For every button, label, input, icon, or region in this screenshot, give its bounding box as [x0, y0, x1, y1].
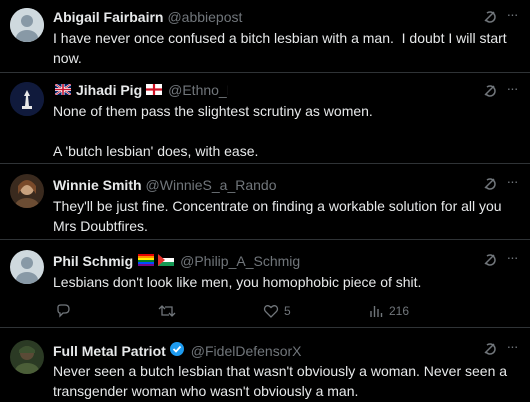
post-abigail[interactable]: Abigail Fairbairn @abbiepost ··· I have …	[0, 0, 530, 73]
more-options-icon[interactable]: ···	[504, 249, 520, 265]
uk-flag-icon	[54, 81, 72, 100]
avatar[interactable]	[10, 174, 44, 208]
grok-icon[interactable]	[482, 341, 498, 357]
redaction-block	[228, 82, 320, 100]
display-name[interactable]: Phil Schmig	[53, 252, 133, 271]
more-options-icon[interactable]: ···	[504, 173, 520, 189]
dark-avatar-icon	[10, 82, 44, 116]
more-options-icon[interactable]: ···	[504, 80, 520, 96]
display-name[interactable]: Jihadi Pig	[76, 81, 142, 100]
grok-icon[interactable]	[482, 9, 498, 25]
post-text: Lesbians don't look like men, you homoph…	[53, 274, 422, 290]
photo-avatar-icon	[10, 174, 44, 208]
grok-icon[interactable]	[482, 176, 498, 192]
display-name[interactable]: Winnie Smith	[53, 176, 142, 195]
default-avatar-icon	[10, 8, 44, 42]
more-options-icon[interactable]: ···	[504, 6, 520, 22]
more-options-icon[interactable]: ···	[504, 338, 520, 354]
post-header: Phil Schmig @Philip_A_Schmig	[53, 252, 470, 271]
post-text: None of them pass the slightest scrutiny…	[53, 103, 373, 159]
views-button[interactable]: 216	[368, 302, 409, 320]
rainbow-flag-icon	[138, 252, 155, 271]
post-winnie[interactable]: Winnie Smith @WinnieS_a_Rando ··· They'l…	[0, 164, 530, 240]
display-name[interactable]: Full Metal Patriot	[53, 342, 166, 361]
grok-icon[interactable]	[482, 83, 498, 99]
like-button[interactable]: 5	[263, 302, 291, 320]
repost-icon	[158, 305, 176, 317]
like-count: 5	[284, 304, 291, 318]
avatar[interactable]	[10, 250, 44, 284]
repost-button[interactable]	[158, 302, 176, 320]
user-handle[interactable]: @Philip_A_Schmig	[180, 252, 300, 271]
user-handle[interactable]: @FidelDefensorX	[191, 342, 302, 361]
reply-icon	[57, 304, 70, 318]
user-handle[interactable]: @abbiepost	[167, 8, 242, 27]
post-header: Full Metal Patriot @FidelDefensorX	[53, 341, 470, 362]
post-text: I have never once confused a bitch lesbi…	[53, 30, 511, 66]
palestine-flag-icon	[158, 252, 175, 271]
display-name[interactable]: Abigail Fairbairn	[53, 8, 163, 27]
post-text: Never seen a butch lesbian that wasn't o…	[53, 363, 511, 399]
view-count: 216	[389, 304, 410, 318]
user-handle[interactable]: @WinnieS_a_Rando	[146, 176, 277, 195]
post-actions: 5 216	[53, 302, 473, 322]
default-avatar-icon	[10, 250, 44, 284]
avatar[interactable]	[10, 8, 44, 42]
avatar[interactable]	[10, 340, 44, 374]
grok-icon[interactable]	[482, 252, 498, 268]
photo-avatar-icon	[10, 340, 44, 374]
post-text: They'll be just fine. Concentrate on fin…	[53, 198, 506, 234]
england-flag-icon	[146, 81, 163, 100]
post-header: Winnie Smith @WinnieS_a_Rando	[53, 176, 470, 195]
views-icon	[370, 306, 383, 317]
post-full-metal-patriot[interactable]: Full Metal Patriot @FidelDefensorX ··· N…	[0, 328, 530, 402]
verified-badge-icon	[169, 341, 185, 362]
reply-button[interactable]	[55, 302, 71, 320]
post-header: Abigail Fairbairn @abbiepost	[53, 8, 470, 27]
heart-icon	[263, 305, 279, 318]
avatar[interactable]	[10, 82, 44, 116]
